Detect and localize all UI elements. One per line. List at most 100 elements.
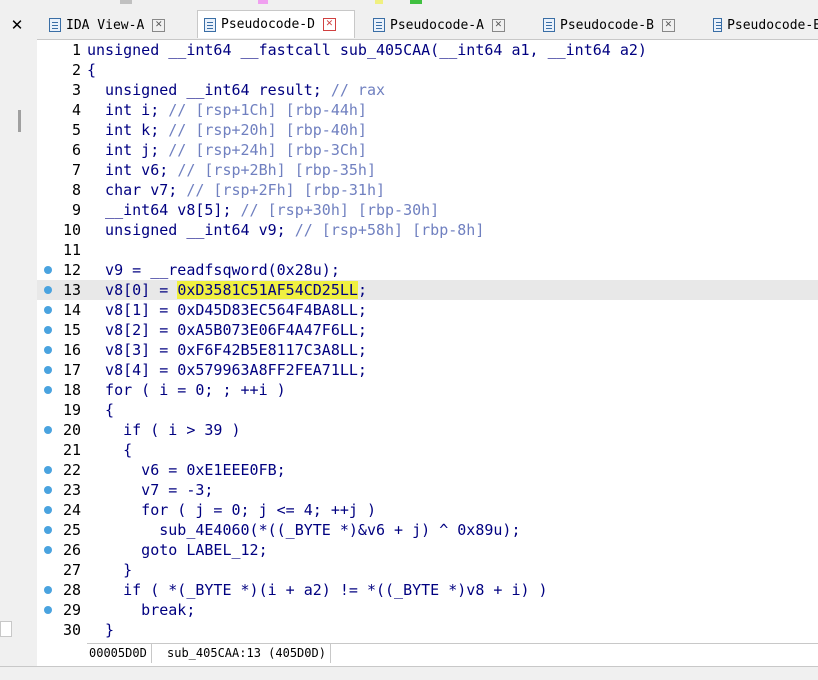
highlighted-constant[interactable]: 0xD3581C51AF54CD25LL	[177, 281, 358, 299]
code-segment: int j;	[87, 141, 169, 159]
tab-close-icon[interactable]: ✕	[152, 18, 166, 32]
code-text: break;	[87, 600, 195, 620]
code-segment: v8[1] = 0xD45D83EC564F4BA8LL;	[87, 301, 367, 319]
code-text: for ( i = 0; ; ++i )	[87, 380, 286, 400]
code-segment: v7 = -3;	[87, 481, 214, 499]
line-number: 27	[62, 561, 81, 579]
code-line[interactable]: 15 v8[2] = 0xA5B073E06F4A47F6LL;	[37, 320, 818, 340]
code-line[interactable]: 5 int k; // [rsp+20h] [rbp-40h]	[37, 120, 818, 140]
code-line[interactable]: 17 v8[4] = 0x579963A8FF2FEA71LL;	[37, 360, 818, 380]
code-line[interactable]: 23 v7 = -3;	[37, 480, 818, 500]
code-segment: {	[87, 61, 97, 79]
line-number: 15	[62, 321, 81, 339]
code-text: {	[87, 440, 132, 460]
tab-close-icon[interactable]: ✕	[491, 18, 505, 32]
code-line[interactable]: 29 break;	[37, 600, 818, 620]
code-segment: v8[0] =	[87, 281, 178, 299]
legend-swatch	[120, 0, 132, 4]
code-text: }	[87, 620, 114, 640]
tab-pseudocode-b[interactable]: Pseudocode-B ✕	[537, 12, 695, 38]
code-line[interactable]: 8 char v7; // [rsp+2Fh] [rbp-31h]	[37, 180, 818, 200]
code-segment: int v6;	[87, 161, 178, 179]
code-text: }	[87, 560, 132, 580]
status-location: sub_405CAA:13 (405D0D)	[167, 644, 331, 663]
code-line[interactable]: 25 sub_4E4060(*((_BYTE *)&v6 + j) ^ 0x89…	[37, 520, 818, 540]
code-line[interactable]: 28 if ( *(_BYTE *)(i + a2) != *((_BYTE *…	[37, 580, 818, 600]
left-scrollbar[interactable]	[0, 40, 28, 650]
code-segment: for ( j = 0; j <= 4; ++j )	[87, 501, 376, 519]
code-line[interactable]: 10 unsigned __int64 v9; // [rsp+58h] [rb…	[37, 220, 818, 240]
line-number: 2	[71, 61, 81, 79]
document-icon	[543, 18, 555, 32]
code-line[interactable]: 4 int i; // [rsp+1Ch] [rbp-44h]	[37, 100, 818, 120]
code-segment: }	[87, 561, 133, 579]
code-text: int j; // [rsp+24h] [rbp-3Ch]	[87, 140, 367, 160]
code-line[interactable]: 6 int j; // [rsp+24h] [rbp-3Ch]	[37, 140, 818, 160]
code-line[interactable]: 30 }	[37, 620, 818, 640]
tab-pseudocode-a[interactable]: Pseudocode-A ✕	[367, 12, 525, 38]
code-line[interactable]: 20 if ( i > 39 )	[37, 420, 818, 440]
close-icon: ✕	[10, 16, 24, 34]
code-text: int v6; // [rsp+2Bh] [rbp-35h]	[87, 160, 376, 180]
line-number: 13	[62, 281, 81, 299]
code-line[interactable]: 16 v8[3] = 0xF6F42B5E8117C3A8LL;	[37, 340, 818, 360]
code-segment: unsigned __int64 __fastcall sub_405CAA(_…	[87, 41, 647, 59]
tab-pseudocode-e[interactable]: Pseudocode-E	[707, 12, 818, 38]
code-segment: sub_4E4060(*((_BYTE *)&v6 + j) ^ 0x89u);	[87, 521, 521, 539]
legend-swatch	[375, 0, 383, 4]
code-line[interactable]: 26 goto LABEL_12;	[37, 540, 818, 560]
code-comment: // [rsp+2Bh] [rbp-35h]	[177, 161, 376, 179]
line-number: 9	[71, 201, 81, 219]
legend-swatch	[258, 0, 268, 4]
code-segment: {	[87, 401, 115, 419]
scrollbar-thumb[interactable]	[18, 110, 21, 132]
pseudocode-editor[interactable]: 1 unsigned __int64 __fastcall sub_405CAA(…	[37, 40, 818, 666]
code-comment: // [rsp+2Fh] [rbp-31h]	[186, 181, 386, 199]
code-text: v8[4] = 0x579963A8FF2FEA71LL;	[87, 360, 367, 380]
code-line[interactable]: 22 v6 = 0xE1EEE0FB;	[37, 460, 818, 480]
line-number: 14	[62, 301, 81, 319]
tab-ida-view-a[interactable]: IDA View-A ✕	[43, 12, 185, 38]
tab-close-icon[interactable]: ✕	[322, 18, 336, 31]
line-number: 23	[62, 481, 81, 499]
code-line[interactable]: 21 {	[37, 440, 818, 460]
code-line[interactable]: 24 for ( j = 0; j <= 4; ++j )	[37, 500, 818, 520]
code-line[interactable]: 13 v8[0] = 0xD3581C51AF54CD25LL;	[37, 280, 818, 300]
line-number: 19	[62, 401, 81, 419]
line-number: 1	[71, 41, 81, 59]
code-line[interactable]: 3 unsigned __int64 result; // rax	[37, 80, 818, 100]
code-segment: char v7;	[87, 181, 187, 199]
bottom-strip	[0, 666, 818, 680]
code-text: unsigned __int64 __fastcall sub_405CAA(_…	[87, 40, 647, 60]
status-bar: 00005D0D sub_405CAA:13 (405D0D)	[87, 643, 818, 663]
tab-close-icon[interactable]: ✕	[661, 18, 675, 32]
code-line[interactable]: 19 {	[37, 400, 818, 420]
code-line[interactable]: 9 __int64 v8[5]; // [rsp+30h] [rbp-30h]	[37, 200, 818, 220]
code-line[interactable]: 1 unsigned __int64 __fastcall sub_405CAA(…	[37, 40, 818, 60]
line-number: 8	[71, 181, 81, 199]
code-text: v8[2] = 0xA5B073E06F4A47F6LL;	[87, 320, 367, 340]
close-panel-button[interactable]: ✕	[0, 10, 34, 40]
line-number: 21	[62, 441, 81, 459]
line-number: 4	[71, 101, 81, 119]
code-line[interactable]: 27 }	[37, 560, 818, 580]
code-text: v7 = -3;	[87, 480, 213, 500]
tab-pseudocode-d[interactable]: Pseudocode-D ✕	[197, 10, 355, 38]
code-segment: v8[2] = 0xA5B073E06F4A47F6LL;	[87, 321, 367, 339]
code-comment: // [rsp+24h] [rbp-3Ch]	[168, 141, 367, 159]
code-line[interactable]: 2{	[37, 60, 818, 80]
code-text: v8[0] = 0xD3581C51AF54CD25LL;	[87, 280, 367, 300]
document-icon	[713, 18, 723, 32]
code-segment: __int64 v8[5];	[87, 201, 241, 219]
code-line[interactable]: 18 for ( i = 0; ; ++i )	[37, 380, 818, 400]
code-line[interactable]: 11	[37, 240, 818, 260]
code-segment: if ( *(_BYTE *)(i + a2) != *((_BYTE *)v8…	[87, 581, 548, 599]
code-segment: v8[3] = 0xF6F42B5E8117C3A8LL;	[87, 341, 367, 359]
code-line[interactable]: 7 int v6; // [rsp+2Bh] [rbp-35h]	[37, 160, 818, 180]
scroll-marker	[0, 621, 12, 637]
tab-label: Pseudocode-A	[390, 17, 484, 33]
code-comment: // [rsp+1Ch] [rbp-44h]	[168, 101, 367, 119]
code-line[interactable]: 12 v9 = __readfsqword(0x28u);	[37, 260, 818, 280]
code-line[interactable]: 14 v8[1] = 0xD45D83EC564F4BA8LL;	[37, 300, 818, 320]
line-number: 25	[62, 521, 81, 539]
